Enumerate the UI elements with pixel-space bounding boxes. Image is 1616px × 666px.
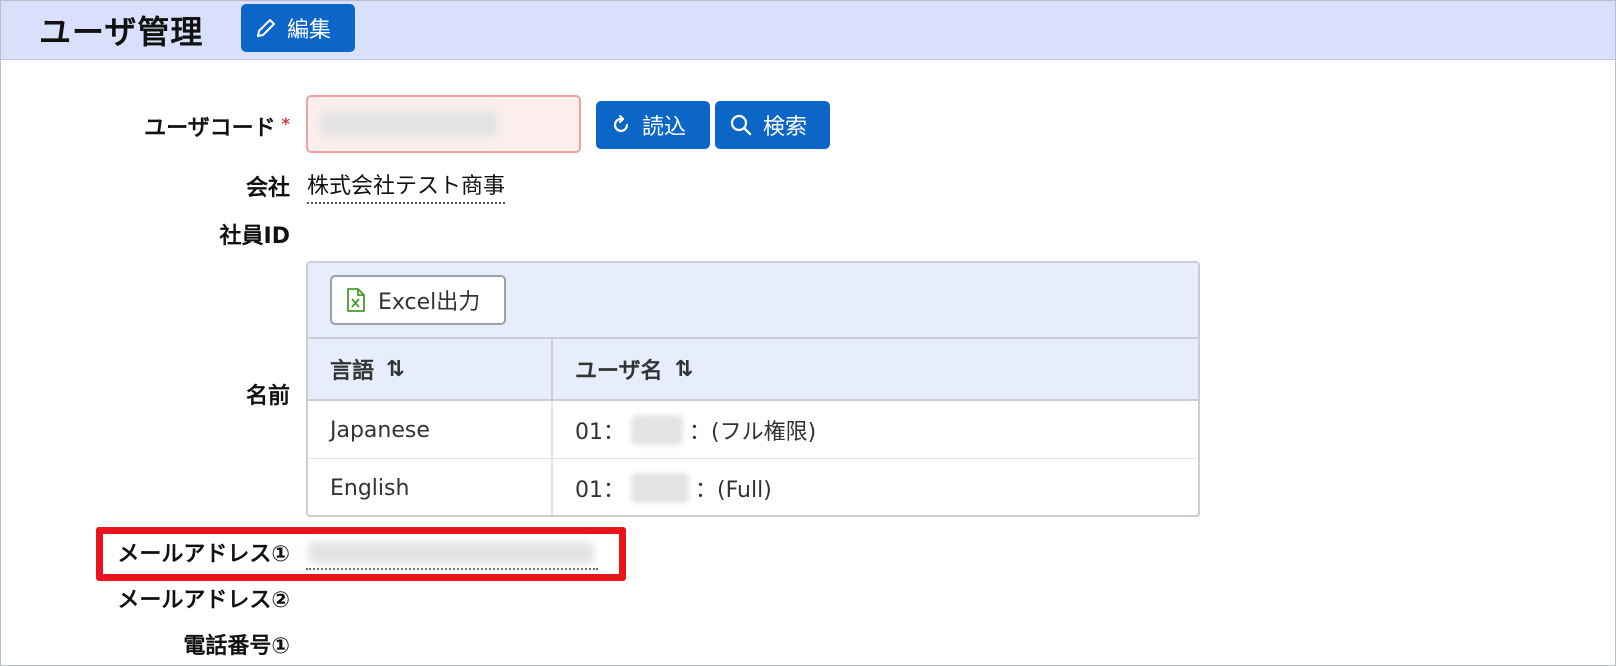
edit-button-label: 編集 (287, 18, 332, 43)
table-toolbar: Excel出力 (308, 263, 1198, 339)
name-label: 名前 (245, 384, 290, 409)
company-value[interactable]: 株式会社テスト商事 (307, 168, 506, 204)
redacted-name (631, 473, 689, 503)
read-button-label: 読込 (642, 115, 687, 140)
username-prefix: 01： (575, 420, 625, 445)
edit-button[interactable]: 編集 (241, 4, 355, 52)
email2-label: メールアドレス② (117, 588, 290, 613)
username-suffix: ：(フル権限) (689, 420, 817, 445)
redacted-value (320, 111, 498, 137)
excel-export-button[interactable]: Excel出力 (330, 275, 506, 325)
table-row[interactable]: Japanese 01： ：(フル権限) (308, 401, 1198, 459)
page-header: ユーザ管理 編集 (1, 1, 1615, 60)
search-button[interactable]: 検索 (715, 101, 830, 149)
user-code-label: ユーザコード * (120, 110, 290, 142)
excel-export-label: Excel出力 (378, 290, 481, 315)
reload-icon (610, 114, 632, 136)
user-code-label-text: ユーザコード (144, 116, 276, 141)
employee-id-label: 社員ID (219, 224, 290, 249)
cell-language: English (308, 459, 553, 515)
pencil-icon (255, 17, 277, 39)
search-button-label: 検索 (763, 115, 808, 140)
page-title: ユーザ管理 (39, 13, 204, 51)
read-button[interactable]: 読込 (596, 101, 710, 149)
excel-file-icon (346, 288, 366, 312)
phone1-label: 電話番号① (183, 634, 290, 659)
column-header-language[interactable]: 言語 ⇅ (308, 339, 553, 399)
table-header: 言語 ⇅ ユーザ名 ⇅ (308, 339, 1198, 401)
redacted-name (631, 415, 683, 445)
table-row[interactable]: English 01： ：(Full) (308, 459, 1198, 515)
username-prefix: 01： (575, 478, 625, 503)
column-header-username-label: ユーザ名 (575, 359, 663, 384)
company-label: 会社 (245, 176, 290, 201)
cell-language: Japanese (308, 401, 553, 459)
highlight-annotation (96, 527, 626, 581)
required-mark: * (281, 114, 290, 133)
user-code-input[interactable] (306, 95, 581, 153)
username-suffix: ：(Full) (695, 478, 772, 503)
column-header-language-label: 言語 (330, 359, 375, 384)
search-icon (729, 113, 753, 137)
cell-username: 01： ：(フル権限) (553, 401, 1198, 459)
column-header-username[interactable]: ユーザ名 ⇅ (553, 339, 1198, 399)
sort-icon: ⇅ (386, 356, 405, 382)
name-table: Excel出力 言語 ⇅ ユーザ名 ⇅ Japanese 01： ：(フル権限)… (306, 261, 1200, 517)
cell-username: 01： ：(Full) (553, 459, 1198, 515)
sort-icon: ⇅ (674, 356, 693, 382)
